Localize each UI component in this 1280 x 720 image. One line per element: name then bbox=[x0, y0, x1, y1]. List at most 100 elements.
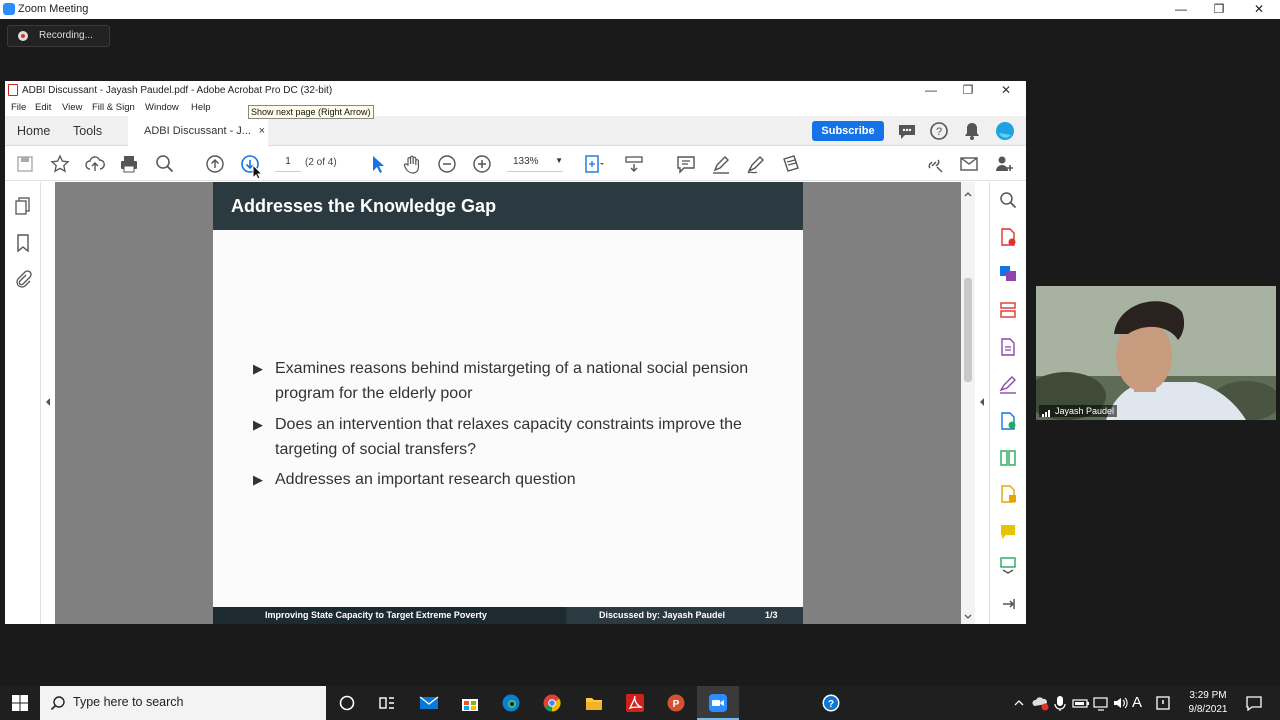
redact-icon[interactable] bbox=[780, 153, 802, 175]
participant-video-tile[interactable]: Jayash Paudel bbox=[1036, 286, 1276, 420]
show-hidden-icons-chevron-up-icon[interactable] bbox=[1012, 693, 1026, 713]
acrobat-close-button[interactable]: ✕ bbox=[989, 81, 1023, 100]
document-view[interactable]: Addresses the Knowledge Gap ▶ Examines r… bbox=[55, 182, 961, 624]
chrome-browser-icon[interactable] bbox=[542, 693, 562, 713]
share-link-icon[interactable] bbox=[923, 153, 945, 175]
onedrive-error-icon[interactable] bbox=[1032, 693, 1050, 713]
add-person-icon[interactable] bbox=[993, 153, 1015, 175]
menu-edit[interactable]: Edit bbox=[35, 102, 51, 113]
zoom-taskbar-button[interactable] bbox=[697, 686, 739, 720]
organize-pages-icon[interactable] bbox=[998, 300, 1018, 320]
zoom-out-icon[interactable] bbox=[436, 153, 458, 175]
help-app-icon[interactable]: ? bbox=[821, 693, 841, 713]
battery-icon[interactable] bbox=[1072, 693, 1090, 713]
select-cursor-icon[interactable] bbox=[366, 153, 388, 175]
tab-document-label: ADBI Discussant - J... bbox=[144, 125, 251, 137]
tab-close-button[interactable]: × bbox=[259, 116, 265, 146]
menu-window[interactable]: Window bbox=[145, 102, 179, 113]
email-icon[interactable] bbox=[958, 153, 980, 175]
windows-start-icon[interactable] bbox=[10, 693, 30, 713]
search-placeholder: Type here to search bbox=[73, 695, 184, 709]
collapse-tools-icon[interactable] bbox=[998, 594, 1018, 614]
chat-icon[interactable] bbox=[896, 120, 918, 142]
zoom-in-icon[interactable] bbox=[471, 153, 493, 175]
fit-page-icon[interactable] bbox=[582, 153, 604, 175]
footer-left-band: Improving State Capacity to Target Extre… bbox=[213, 607, 566, 624]
find-icon[interactable] bbox=[154, 153, 176, 175]
bookmark-icon[interactable] bbox=[13, 233, 33, 253]
tab-tools[interactable]: Tools bbox=[73, 116, 102, 146]
task-view-icon[interactable] bbox=[377, 693, 397, 713]
pdf-icon bbox=[8, 84, 18, 96]
collapse-left-pane-button[interactable] bbox=[41, 182, 55, 624]
compare-files-icon[interactable] bbox=[998, 448, 1018, 468]
bell-icon[interactable] bbox=[961, 120, 983, 142]
slide-title: Addresses the Knowledge Gap bbox=[231, 196, 497, 216]
search-icon bbox=[50, 696, 65, 711]
vertical-scrollbar[interactable] bbox=[961, 182, 975, 624]
menu-help[interactable]: Help bbox=[191, 102, 211, 113]
clock-time: 3:29 PM bbox=[1189, 690, 1227, 701]
search-tools-icon[interactable] bbox=[998, 190, 1018, 210]
menu-view[interactable]: View bbox=[62, 102, 82, 113]
previous-page-icon[interactable] bbox=[204, 153, 226, 175]
edit-pdf-icon[interactable] bbox=[998, 337, 1018, 357]
menu-file[interactable]: File bbox=[11, 102, 26, 113]
bullet-item: ▶ Does an intervention that relaxes capa… bbox=[253, 412, 755, 462]
highlight-pen-icon[interactable] bbox=[710, 153, 732, 175]
scrolling-mode-icon[interactable] bbox=[623, 153, 645, 175]
network-icon[interactable] bbox=[1092, 693, 1110, 713]
fill-sign-icon[interactable] bbox=[998, 374, 1018, 394]
upload-cloud-icon[interactable] bbox=[84, 153, 106, 175]
powerpoint-icon[interactable]: P bbox=[666, 693, 686, 713]
comment-icon[interactable] bbox=[675, 153, 697, 175]
restore-button[interactable]: ❐ bbox=[1200, 0, 1238, 19]
navigation-pane bbox=[5, 182, 41, 624]
action-center-icon[interactable] bbox=[1244, 693, 1264, 713]
tab-home[interactable]: Home bbox=[17, 116, 50, 146]
volume-icon[interactable] bbox=[1112, 693, 1130, 713]
create-pdf-icon[interactable] bbox=[998, 227, 1018, 247]
export-pdf-icon[interactable] bbox=[998, 263, 1018, 283]
star-icon[interactable] bbox=[49, 153, 71, 175]
cortana-icon[interactable] bbox=[337, 693, 357, 713]
system-clock[interactable]: 3:29 PM 9/8/2021 bbox=[1183, 689, 1233, 717]
close-button[interactable]: ✕ bbox=[1240, 0, 1278, 19]
save-icon[interactable] bbox=[14, 153, 36, 175]
security-shield-icon[interactable] bbox=[1154, 693, 1172, 713]
hand-tool-icon[interactable] bbox=[401, 153, 423, 175]
acrobat-taskbar-icon[interactable] bbox=[625, 693, 645, 713]
taskbar-search-box[interactable]: Type here to search bbox=[40, 686, 326, 720]
collapse-right-pane-button[interactable] bbox=[975, 182, 989, 624]
windows-taskbar: Type here to search P ? A 3:29 PM 9/8/20… bbox=[0, 686, 1280, 720]
subscribe-button[interactable]: Subscribe bbox=[812, 121, 884, 141]
mouse-cursor-icon bbox=[252, 164, 264, 180]
minimize-button[interactable]: — bbox=[1162, 0, 1200, 19]
help-icon[interactable]: ? bbox=[928, 120, 950, 142]
comment-tool-icon[interactable] bbox=[998, 521, 1018, 541]
zoom-window-title: Zoom Meeting bbox=[18, 3, 89, 15]
scrollbar-thumb[interactable] bbox=[964, 278, 972, 382]
input-language-icon[interactable]: A bbox=[1132, 693, 1148, 713]
profile-avatar[interactable] bbox=[994, 120, 1016, 142]
zoom-level-select[interactable]: 133% ▼ bbox=[507, 156, 563, 172]
edge-browser-icon[interactable] bbox=[501, 693, 521, 713]
tab-document[interactable]: ADBI Discussant - J... × bbox=[128, 116, 268, 146]
send-for-signature-icon[interactable] bbox=[998, 411, 1018, 431]
acrobat-minimize-button[interactable]: — bbox=[914, 81, 948, 100]
page-number-input[interactable]: 1 bbox=[275, 156, 301, 172]
pdf-page: Addresses the Knowledge Gap ▶ Examines r… bbox=[213, 182, 803, 624]
scan-icon[interactable] bbox=[998, 554, 1018, 574]
store-app-icon[interactable] bbox=[460, 693, 480, 713]
combine-files-icon[interactable] bbox=[998, 484, 1018, 504]
draw-icon[interactable] bbox=[745, 153, 767, 175]
recording-indicator[interactable]: Recording... bbox=[7, 25, 110, 47]
page-thumbnails-icon[interactable] bbox=[13, 196, 33, 216]
microphone-icon[interactable] bbox=[1052, 693, 1068, 713]
mail-app-icon[interactable] bbox=[419, 693, 439, 713]
attachment-icon[interactable] bbox=[13, 269, 33, 289]
file-explorer-icon[interactable] bbox=[584, 693, 604, 713]
print-icon[interactable] bbox=[118, 153, 140, 175]
menu-fill-sign[interactable]: Fill & Sign bbox=[92, 102, 135, 113]
acrobat-restore-button[interactable]: ❐ bbox=[951, 81, 985, 100]
